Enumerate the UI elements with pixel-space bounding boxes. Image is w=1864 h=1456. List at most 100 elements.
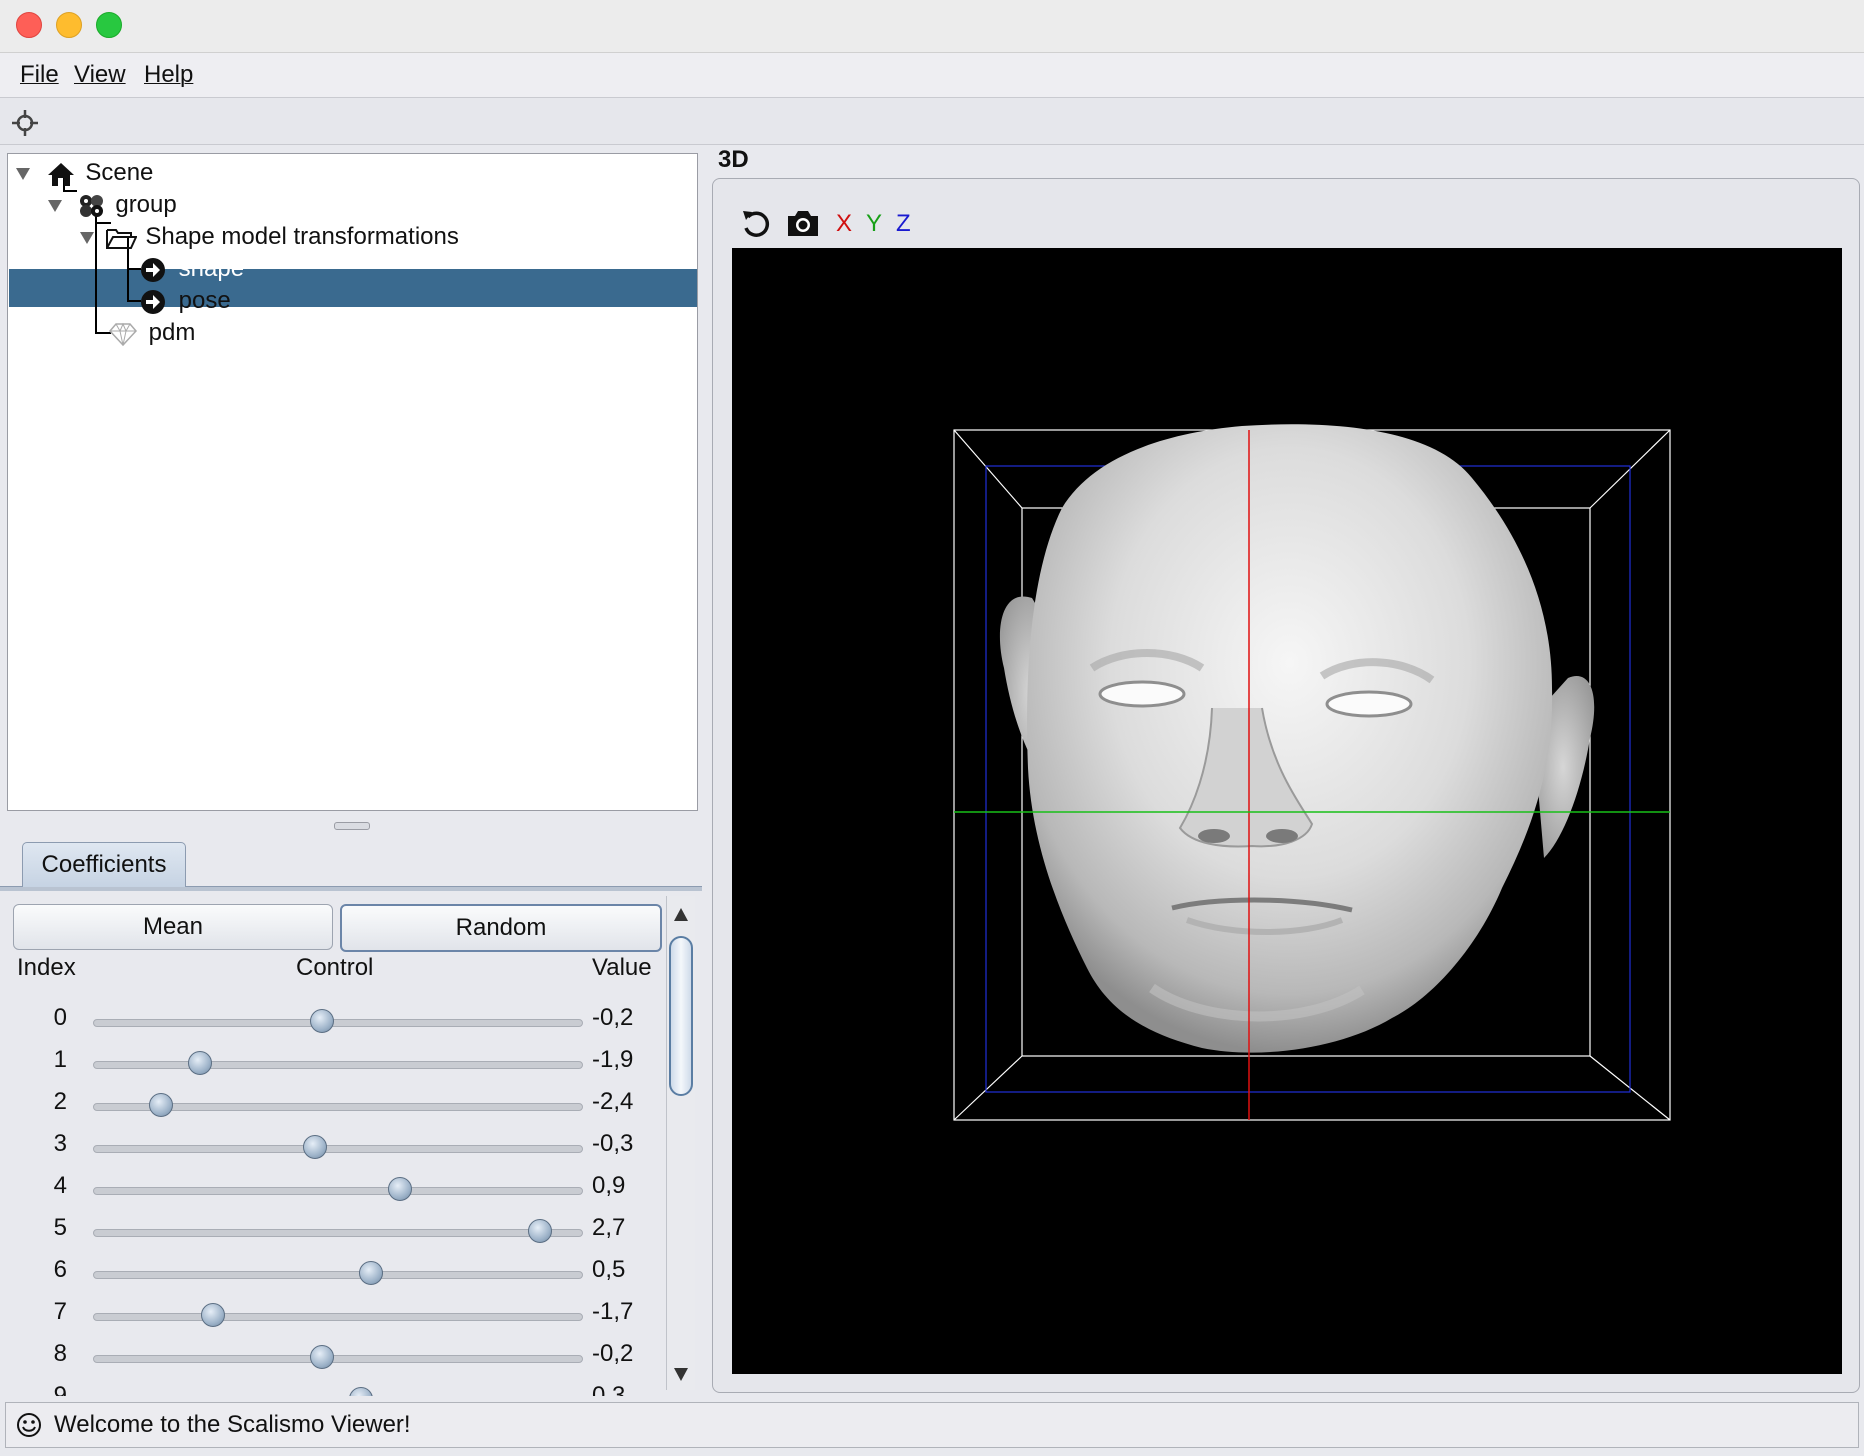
coefficient-value: -1,9 bbox=[592, 1046, 634, 1073]
menu-view[interactable]: View bbox=[74, 61, 126, 89]
mean-button[interactable]: Mean bbox=[13, 904, 333, 950]
status-bar: Welcome to the Scalismo Viewer! bbox=[5, 1402, 1859, 1448]
coefficient-index: 3 bbox=[53, 1130, 67, 1157]
coefficient-index: 2 bbox=[53, 1088, 67, 1115]
coefficient-row: 1 -1,9 bbox=[7, 1042, 667, 1084]
index-header: Index bbox=[17, 954, 76, 981]
slider-knob[interactable] bbox=[188, 1051, 213, 1075]
slider-knob[interactable] bbox=[359, 1261, 384, 1285]
tree-label-shape-model-transformations: Shape model transformations bbox=[145, 223, 459, 250]
divider-grip[interactable] bbox=[334, 822, 370, 830]
title-bar bbox=[0, 0, 1864, 53]
menu-file[interactable]: File bbox=[20, 61, 59, 89]
coefficient-index: 9 bbox=[53, 1382, 67, 1396]
coefficient-row: 0 -0,2 bbox=[7, 1000, 667, 1042]
scroll-thumb[interactable] bbox=[669, 936, 693, 1096]
slider-knob[interactable] bbox=[310, 1345, 335, 1369]
coefficient-value: -0,2 bbox=[592, 1340, 634, 1367]
coefficient-value: -2,4 bbox=[592, 1088, 634, 1115]
coefficient-index: 5 bbox=[53, 1214, 67, 1241]
tree-label-pose: pose bbox=[178, 287, 231, 314]
axis-z-button[interactable]: Z bbox=[896, 210, 911, 238]
coefficient-row: 4 0,9 bbox=[7, 1168, 667, 1210]
tree-label-scene: Scene bbox=[85, 159, 154, 186]
coefficient-index: 1 bbox=[53, 1046, 67, 1073]
minimize-window-button[interactable] bbox=[56, 12, 82, 38]
tab-coefficients[interactable]: Coefficients bbox=[22, 842, 186, 887]
coefficient-slider[interactable] bbox=[93, 1271, 583, 1279]
axis-x-button[interactable]: X bbox=[836, 210, 852, 238]
coefficient-index: 7 bbox=[53, 1298, 67, 1325]
coefficient-slider[interactable] bbox=[93, 1187, 583, 1195]
expand-triangle-icon[interactable] bbox=[16, 167, 30, 180]
right-eye bbox=[1325, 690, 1413, 718]
tree-connector bbox=[127, 268, 141, 270]
coefficient-value: 0,3 bbox=[592, 1382, 626, 1396]
coefficient-row: 9 0,3 bbox=[7, 1378, 667, 1396]
coefficient-row: 8 -0,2 bbox=[7, 1336, 667, 1378]
slider-knob[interactable] bbox=[310, 1009, 335, 1033]
home-icon bbox=[47, 162, 74, 186]
scroll-down-arrow-icon[interactable] bbox=[674, 1368, 688, 1381]
tree-node-shape-model-transformations[interactable]: Shape model transformations bbox=[80, 218, 459, 256]
scene-render bbox=[953, 424, 1671, 1121]
menu-bar: File View Help bbox=[0, 53, 1864, 98]
tree-label-shape: shape bbox=[178, 255, 245, 282]
coefficient-row: 7 -1,7 bbox=[7, 1294, 667, 1336]
split-pane-divider[interactable] bbox=[0, 818, 700, 834]
coefficient-row: 3 -0,3 bbox=[7, 1126, 667, 1168]
reset-view-icon[interactable] bbox=[740, 208, 772, 240]
arrow-circle-icon bbox=[141, 289, 165, 314]
coefficient-value: -0,2 bbox=[592, 1004, 634, 1031]
toolbar bbox=[0, 98, 1864, 145]
status-message: Welcome to the Scalismo Viewer! bbox=[54, 1411, 411, 1438]
view-title: 3D bbox=[718, 146, 749, 173]
coefficient-value: 0,9 bbox=[592, 1172, 626, 1199]
slider-knob[interactable] bbox=[200, 1303, 225, 1327]
menu-help[interactable]: Help bbox=[144, 61, 193, 89]
tab-strip: Coefficients bbox=[0, 836, 702, 892]
group-icon bbox=[79, 194, 103, 217]
slider-knob[interactable] bbox=[388, 1177, 413, 1201]
maximize-window-button[interactable] bbox=[96, 12, 122, 38]
coefficient-slider[interactable] bbox=[93, 1145, 583, 1153]
coefficient-slider[interactable] bbox=[93, 1355, 583, 1363]
slider-knob[interactable] bbox=[527, 1219, 552, 1243]
render-viewport[interactable] bbox=[732, 248, 1842, 1374]
control-header: Control bbox=[296, 954, 374, 981]
coefficient-slider[interactable] bbox=[93, 1061, 583, 1069]
slider-knob[interactable] bbox=[303, 1135, 328, 1159]
coefficient-index: 4 bbox=[53, 1172, 67, 1199]
coefficient-slider[interactable] bbox=[93, 1019, 583, 1027]
tree-node-pdm[interactable]: pdm bbox=[108, 314, 195, 352]
coefficient-index: 6 bbox=[53, 1256, 67, 1283]
coefficient-row: 5 2,7 bbox=[7, 1210, 667, 1252]
smiley-icon bbox=[17, 1413, 41, 1437]
close-window-button[interactable] bbox=[16, 12, 42, 38]
coefficient-value: 2,7 bbox=[592, 1214, 626, 1241]
coefficient-index: 0 bbox=[53, 1004, 67, 1031]
expand-triangle-icon[interactable] bbox=[80, 231, 94, 244]
arrow-circle-icon bbox=[141, 257, 165, 282]
tree-connector bbox=[127, 300, 141, 302]
expand-triangle-icon[interactable] bbox=[48, 199, 62, 212]
coefficient-index: 8 bbox=[53, 1340, 67, 1367]
coefficient-slider[interactable] bbox=[93, 1313, 583, 1321]
scroll-up-arrow-icon[interactable] bbox=[674, 908, 688, 921]
diamond-icon bbox=[108, 322, 138, 346]
scene-tree: Scene group Shape model transformations … bbox=[7, 153, 698, 811]
selected-row-highlight bbox=[9, 269, 697, 307]
slider-knob[interactable] bbox=[349, 1387, 374, 1396]
value-header: Value bbox=[592, 954, 652, 981]
coefficient-slider[interactable] bbox=[93, 1229, 583, 1237]
axis-y-button[interactable]: Y bbox=[866, 210, 882, 238]
slider-knob[interactable] bbox=[149, 1093, 174, 1117]
open-folder-icon bbox=[105, 228, 138, 249]
coefficient-value: -1,7 bbox=[592, 1298, 634, 1325]
random-button[interactable]: Random bbox=[340, 904, 662, 952]
coefficients-panel: Mean Random Index Control Value 0 -0,2 1 -1… bbox=[7, 896, 693, 1396]
coefficients-scrollbar[interactable] bbox=[666, 896, 695, 1390]
camera-icon[interactable] bbox=[786, 208, 820, 238]
coefficient-value: -0,3 bbox=[592, 1130, 634, 1157]
crosshair-icon[interactable] bbox=[10, 108, 40, 138]
